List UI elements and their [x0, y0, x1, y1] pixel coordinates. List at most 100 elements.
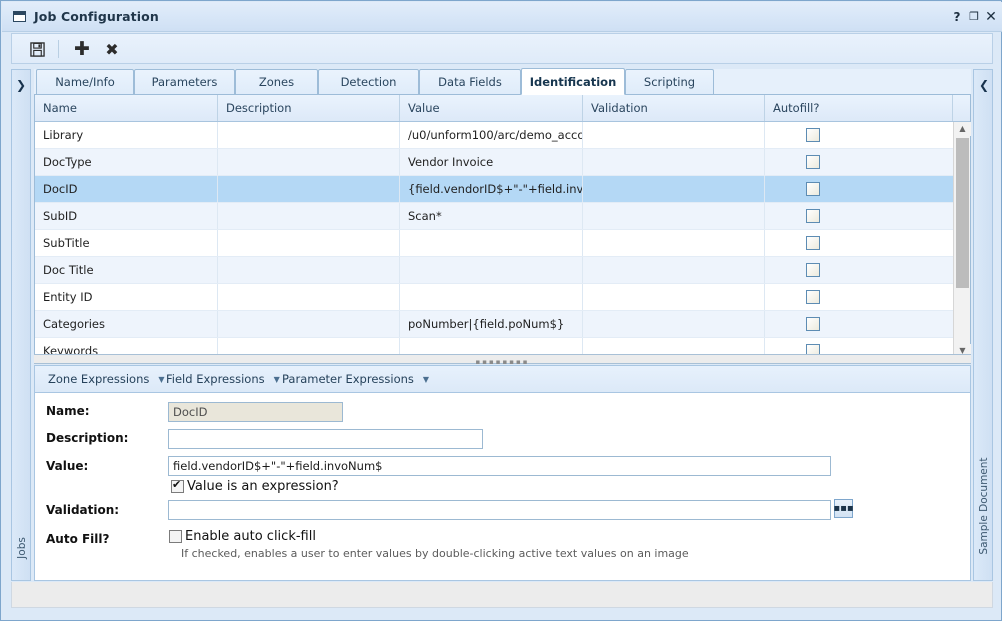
cell-value: Vendor Invoice: [400, 149, 583, 175]
autofill-checkbox[interactable]: [806, 236, 820, 250]
cell-description: [218, 122, 400, 148]
autofill-checkbox[interactable]: [806, 290, 820, 304]
autofill-checkbox[interactable]: [806, 128, 820, 142]
value-is-expression-label: Value is an expression?: [187, 479, 339, 494]
cell-value: [400, 257, 583, 283]
value-field[interactable]: [168, 456, 831, 476]
name-label: Name:: [46, 404, 90, 418]
column-header-description[interactable]: Description: [218, 95, 400, 121]
validation-label: Validation:: [46, 503, 119, 517]
maximize-button[interactable]: ❐: [967, 10, 981, 24]
cell-name: Categories: [35, 311, 218, 337]
help-button[interactable]: ?: [951, 10, 963, 24]
horizontal-splitter[interactable]: ▪▪▪▪▪▪▪▪: [34, 354, 971, 364]
tab-scripting[interactable]: Scripting: [625, 69, 714, 95]
column-header-validation[interactable]: Validation: [583, 95, 765, 121]
delete-icon[interactable]: ✖: [100, 38, 124, 60]
cell-value: [400, 230, 583, 256]
close-button[interactable]: ✕: [984, 10, 998, 24]
cell-validation: [583, 230, 765, 256]
cell-name: Entity ID: [35, 284, 218, 310]
job-configuration-window: Job Configuration ? ❐ ✕ ✚ ✖ ❯ Jobs ❮ Sam…: [0, 0, 1002, 621]
cell-value: /u0/unform100/arc/demo_accoun: [400, 122, 583, 148]
description-field[interactable]: [168, 429, 483, 449]
tab-zones[interactable]: Zones: [235, 69, 318, 95]
expression-menu-bar: Zone Expressions▼Field Expressions▼Param…: [34, 365, 971, 393]
menu-zone-expressions[interactable]: Zone Expressions▼: [41, 366, 172, 392]
table-row[interactable]: Categories poNumber|{field.poNum$}: [35, 311, 953, 338]
table-row[interactable]: SubTitle: [35, 230, 953, 257]
cell-description: [218, 203, 400, 229]
table-row[interactable]: DocTypeVendor Invoice: [35, 149, 953, 176]
expand-left-panel-icon[interactable]: ❯: [16, 78, 26, 92]
autofill-checkbox[interactable]: [806, 182, 820, 196]
table-row[interactable]: SubIDScan*: [35, 203, 953, 230]
cell-validation: [583, 203, 765, 229]
cell-value: Scan*: [400, 203, 583, 229]
grid-vertical-scrollbar[interactable]: ▲ ▼: [953, 122, 970, 358]
table-row[interactable]: Entity ID: [35, 284, 953, 311]
autofill-checkbox[interactable]: [806, 263, 820, 277]
table-row[interactable]: Library/u0/unform100/arc/demo_accoun: [35, 122, 953, 149]
cell-description: [218, 230, 400, 256]
tab-name-info[interactable]: Name/Info: [36, 69, 134, 95]
cell-description: [218, 149, 400, 175]
cell-description: [218, 311, 400, 337]
autofill-checkbox[interactable]: [806, 209, 820, 223]
validation-browse-button[interactable]: ▪▪▪: [834, 499, 853, 518]
cell-name: SubTitle: [35, 230, 218, 256]
jobs-panel-rail[interactable]: ❯ Jobs: [11, 69, 31, 581]
autofill-checkbox[interactable]: [806, 317, 820, 331]
description-label: Description:: [46, 431, 128, 445]
tab-data-fields[interactable]: Data Fields: [419, 69, 521, 95]
cell-value: {field.vendorID$+"-"+field.invoNu: [400, 176, 583, 202]
cell-description: [218, 257, 400, 283]
sample-document-panel-rail[interactable]: ❮ Sample Document: [973, 69, 993, 581]
value-is-expression-checkbox[interactable]: [171, 480, 184, 493]
scroll-up-icon[interactable]: ▲: [954, 122, 971, 136]
status-bar: [11, 582, 993, 608]
menu-field-expressions[interactable]: Field Expressions▼: [159, 366, 287, 392]
table-row[interactable]: DocID {field.vendorID$+"-"+field.invoNu: [35, 176, 953, 203]
grid-body: Library/u0/unform100/arc/demo_accounDocT…: [35, 122, 953, 358]
enable-auto-click-fill-label: Enable auto click-fill: [185, 529, 316, 544]
enable-auto-click-fill-row[interactable]: Enable auto click-fill: [169, 529, 316, 544]
menu-parameter-expressions[interactable]: Parameter Expressions▼: [275, 366, 436, 392]
tab-identification[interactable]: Identification: [521, 68, 625, 95]
validation-field[interactable]: [168, 500, 831, 520]
scrollbar-thumb[interactable]: [956, 138, 969, 288]
cell-name: Doc Title: [35, 257, 218, 283]
menu-label: Zone Expressions: [48, 372, 149, 386]
cell-description: [218, 284, 400, 310]
toolbar: ✚ ✖: [11, 33, 993, 64]
add-icon[interactable]: ✚: [70, 38, 94, 60]
name-field[interactable]: [168, 402, 343, 422]
cell-value: [400, 284, 583, 310]
jobs-rail-label: Jobs: [16, 529, 28, 567]
cell-value: poNumber|{field.poNum$}: [400, 311, 583, 337]
cell-name: DocID: [35, 176, 218, 202]
cell-validation: [583, 284, 765, 310]
auto-fill-hint: If checked, enables a user to enter valu…: [181, 547, 689, 560]
title-bar: Job Configuration ? ❐ ✕: [2, 2, 1002, 32]
tab-parameters[interactable]: Parameters: [134, 69, 235, 95]
tab-detection[interactable]: Detection: [318, 69, 419, 95]
cell-description: [218, 176, 400, 202]
value-is-expression-row[interactable]: Value is an expression?: [171, 479, 339, 494]
page-title: Job Configuration: [34, 9, 159, 24]
table-row[interactable]: Doc Title: [35, 257, 953, 284]
expand-right-panel-icon[interactable]: ❮: [979, 78, 989, 92]
tab-strip: Name/InfoParametersZonesDetectionData Fi…: [34, 69, 971, 95]
cell-name: Library: [35, 122, 218, 148]
column-header-value[interactable]: Value: [400, 95, 583, 121]
column-header-name[interactable]: Name: [35, 95, 218, 121]
sample-document-rail-label: Sample Document: [978, 447, 990, 565]
save-icon[interactable]: [25, 38, 49, 60]
cell-validation: [583, 122, 765, 148]
auto-fill-label: Auto Fill?: [46, 532, 110, 546]
autofill-checkbox[interactable]: [806, 155, 820, 169]
chevron-down-icon: ▼: [423, 375, 429, 384]
column-header-autofill[interactable]: Autofill?: [765, 95, 953, 121]
enable-auto-click-fill-checkbox[interactable]: [169, 530, 182, 543]
menu-label: Field Expressions: [166, 372, 265, 386]
